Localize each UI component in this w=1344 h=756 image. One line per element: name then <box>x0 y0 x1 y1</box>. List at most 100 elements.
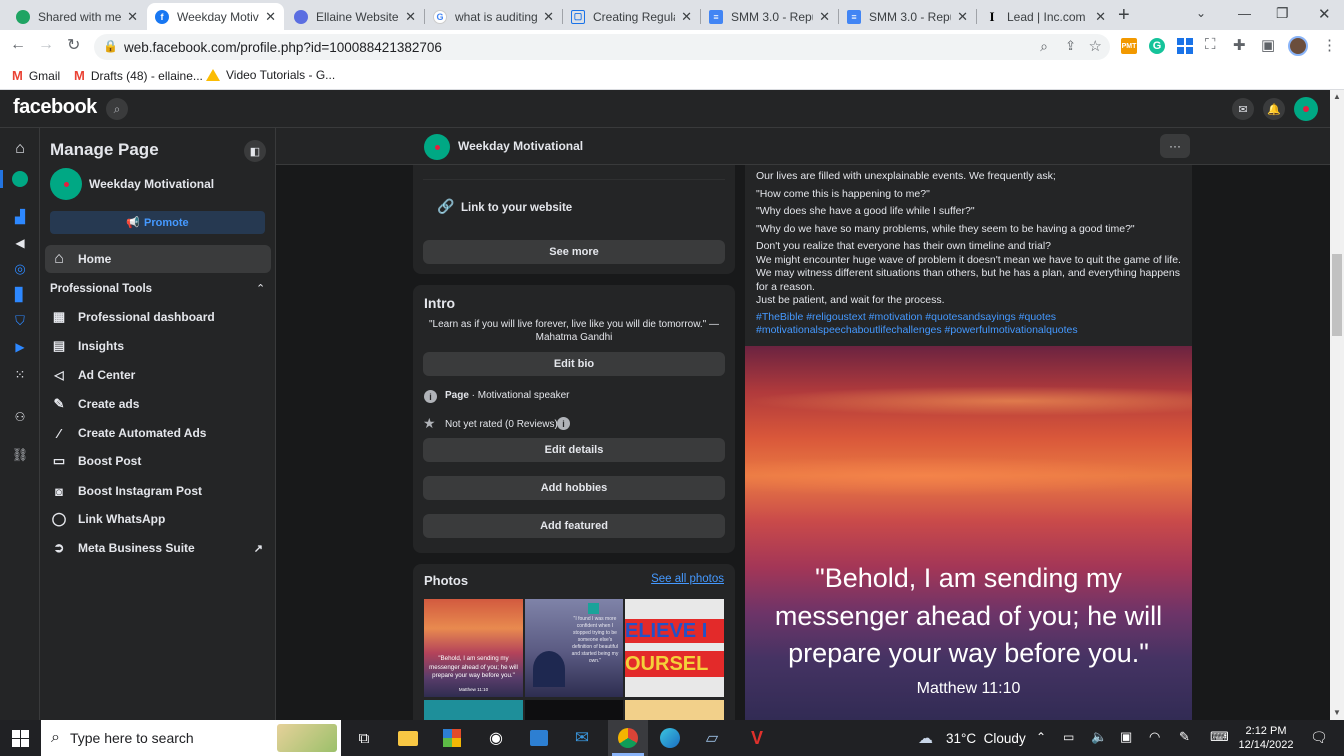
sidebar-item-meta-business-suite[interactable]: ➲ Meta Business Suite ↗ <box>45 534 271 562</box>
sidebar-item-home[interactable]: ⌂ Home <box>45 245 271 273</box>
chevron-up-icon[interactable]: ⌃ <box>256 282 265 295</box>
header-page-name[interactable]: Weekday Motivational <box>458 139 583 153</box>
battery-icon[interactable]: ▭ <box>1063 730 1074 744</box>
browser-tab-smm1[interactable]: ≡ SMM 3.0 - Repur ✕ <box>701 3 838 30</box>
notepad-icon[interactable]: ▱ <box>700 726 724 750</box>
promote-button[interactable]: 📢 Promote <box>50 211 265 234</box>
insights-icon[interactable]: ▟ <box>11 208 29 226</box>
display-icon[interactable]: ▣ <box>1120 729 1132 745</box>
new-tab-icon[interactable]: + <box>1118 4 1130 27</box>
scroll-down-icon[interactable]: ▼ <box>1333 708 1341 717</box>
side-panel-icon[interactable]: ▣ <box>1261 36 1275 54</box>
link-icon[interactable]: ⛓ <box>11 446 29 464</box>
photo-thumbnail[interactable]: "I found I was more confident when I sto… <box>525 599 623 697</box>
close-icon[interactable]: ✕ <box>405 9 416 25</box>
keyboard-icon[interactable]: ⌨ <box>1210 729 1229 745</box>
bookmark-video-tutorials[interactable]: Video Tutorials - G... <box>206 68 335 82</box>
browser-menu-icon[interactable]: ⋮ <box>1322 36 1337 54</box>
close-icon[interactable]: ✕ <box>127 9 138 25</box>
sidebar-item-create-automated-ads[interactable]: ⁄ Create Automated Ads <box>45 419 271 447</box>
video-icon[interactable]: ▶ <box>11 338 29 356</box>
app-v-icon[interactable]: V <box>745 726 769 750</box>
sidebar-item-boost-post[interactable]: ▭ Boost Post <box>45 447 271 475</box>
search-icon[interactable]: ⌕ <box>106 98 128 120</box>
file-explorer-icon[interactable] <box>396 726 420 750</box>
sidebar-item-insights[interactable]: ▤ Insights <box>45 332 271 360</box>
chrome-icon[interactable] <box>616 726 640 750</box>
post-image[interactable]: "Behold, I am sending my messenger ahead… <box>745 346 1192 720</box>
close-icon[interactable]: ✕ <box>543 9 554 25</box>
sidebar-item-ad-center[interactable]: ◁ Ad Center <box>45 361 271 389</box>
shop-icon[interactable]: ⛉ <box>11 312 29 330</box>
scrollbar-thumb[interactable] <box>1332 254 1342 336</box>
instagram-icon[interactable]: ◎ <box>11 260 29 278</box>
apps-grid-icon[interactable]: ⁙ <box>11 366 29 384</box>
megaphone-icon[interactable]: ◀ <box>11 234 29 252</box>
notifications-icon[interactable]: 🔔 <box>1263 98 1285 120</box>
minimize-icon[interactable]: — <box>1238 6 1251 21</box>
zoom-icon[interactable]: ⌕ <box>1040 38 1048 55</box>
chevron-up-icon[interactable]: ⌃ <box>1036 730 1046 744</box>
facebook-logo[interactable]: facebook <box>13 96 97 119</box>
photo-thumbnail[interactable]: "Behold, I am sending my messenger ahead… <box>424 599 523 697</box>
collapse-sidebar-icon[interactable]: ◧ <box>244 140 266 162</box>
photo-thumbnail[interactable]: ELIEVE I OURSEL <box>625 599 724 697</box>
camera-icon[interactable]: ◉ <box>484 726 508 750</box>
notifications-icon[interactable]: 🗨 <box>1310 729 1328 746</box>
close-icon[interactable]: ✕ <box>819 9 830 25</box>
info-icon[interactable]: i <box>557 417 570 430</box>
extension-grid-icon[interactable] <box>1177 38 1193 54</box>
sidebar-item-create-ads[interactable]: ✎ Create ads <box>45 390 271 418</box>
address-bar[interactable]: 🔒 web.facebook.com/profile.php?id=100088… <box>94 34 1110 60</box>
close-icon[interactable]: ✕ <box>1095 9 1106 25</box>
pen-icon[interactable]: ✎ <box>1179 729 1190 745</box>
chart-icon[interactable]: ▊ <box>11 286 29 304</box>
forward-icon[interactable]: → <box>38 36 54 54</box>
sidebar-item-professional-dashboard[interactable]: ▦ Professional dashboard <box>45 303 271 331</box>
browser-tab-ellaine[interactable]: Ellaine Website P ✕ <box>286 3 424 30</box>
edge-icon[interactable] <box>658 726 682 750</box>
maximize-icon[interactable]: ❐ <box>1276 5 1289 22</box>
screen-capture-icon[interactable]: ⛶ <box>1205 36 1216 53</box>
extensions-icon[interactable]: ✚ <box>1233 36 1246 54</box>
browser-tab-creating[interactable]: ▢ Creating Regular ✕ <box>563 3 700 30</box>
page-scrollbar[interactable]: ▲ ▼ <box>1330 90 1344 720</box>
sidebar-item-link-whatsapp[interactable]: ◯ Link WhatsApp <box>45 505 271 533</box>
page-icon[interactable] <box>11 170 29 188</box>
photo-thumbnail[interactable] <box>525 700 623 720</box>
messenger-icon[interactable]: ✉ <box>1232 98 1254 120</box>
people-icon[interactable]: ⚇ <box>11 408 29 426</box>
page-avatar[interactable] <box>50 168 82 200</box>
share-icon[interactable]: ⇪ <box>1065 38 1076 54</box>
home-icon[interactable]: ⌂ <box>11 140 29 158</box>
edit-details-button[interactable]: Edit details <box>423 438 725 462</box>
photo-thumbnail[interactable] <box>424 700 523 720</box>
page-avatar[interactable] <box>1294 97 1318 121</box>
browser-tab-lead[interactable]: I Lead | Inc.com ✕ <box>977 3 1114 30</box>
scroll-up-icon[interactable]: ▲ <box>1333 92 1341 101</box>
taskbar-search-box[interactable]: ⌕ Type here to search <box>41 720 341 756</box>
bookmark-gmail[interactable]: M Gmail <box>12 68 60 83</box>
browser-tab-auditing[interactable]: G what is auditing c ✕ <box>425 3 562 30</box>
close-icon[interactable]: ✕ <box>957 9 968 25</box>
task-view-icon[interactable]: ⧉ <box>352 726 376 750</box>
more-options-button[interactable]: ··· <box>1160 134 1190 158</box>
see-all-photos-link[interactable]: See all photos <box>651 573 724 585</box>
sidebar-item-boost-instagram-post[interactable]: ◙ Boost Instagram Post <box>45 477 271 505</box>
sidebar-page-name[interactable]: Weekday Motivational <box>89 177 214 191</box>
edit-bio-button[interactable]: Edit bio <box>423 352 725 376</box>
post-hashtags[interactable]: #TheBible #religoustext #motivation #quo… <box>756 311 1182 338</box>
browser-tab-weekday[interactable]: f Weekday Motivat ✕ <box>147 3 284 30</box>
windows-start-icon[interactable] <box>12 730 29 747</box>
grammarly-icon[interactable]: G <box>1149 38 1165 54</box>
add-hobbies-button[interactable]: Add hobbies <box>423 476 725 500</box>
app-grid-icon[interactable] <box>440 726 464 750</box>
link-to-website[interactable]: Link to your website <box>461 202 572 214</box>
close-icon[interactable]: ✕ <box>265 9 276 25</box>
volume-icon[interactable]: 🔈 <box>1091 729 1107 745</box>
store-icon[interactable] <box>527 726 551 750</box>
reload-icon[interactable]: ↻ <box>67 35 80 55</box>
tab-search-icon[interactable]: ⌄ <box>1196 6 1206 20</box>
clock[interactable]: 2:12 PM 12/14/2022 <box>1236 724 1296 752</box>
star-icon[interactable]: ☆ <box>1089 37 1102 55</box>
